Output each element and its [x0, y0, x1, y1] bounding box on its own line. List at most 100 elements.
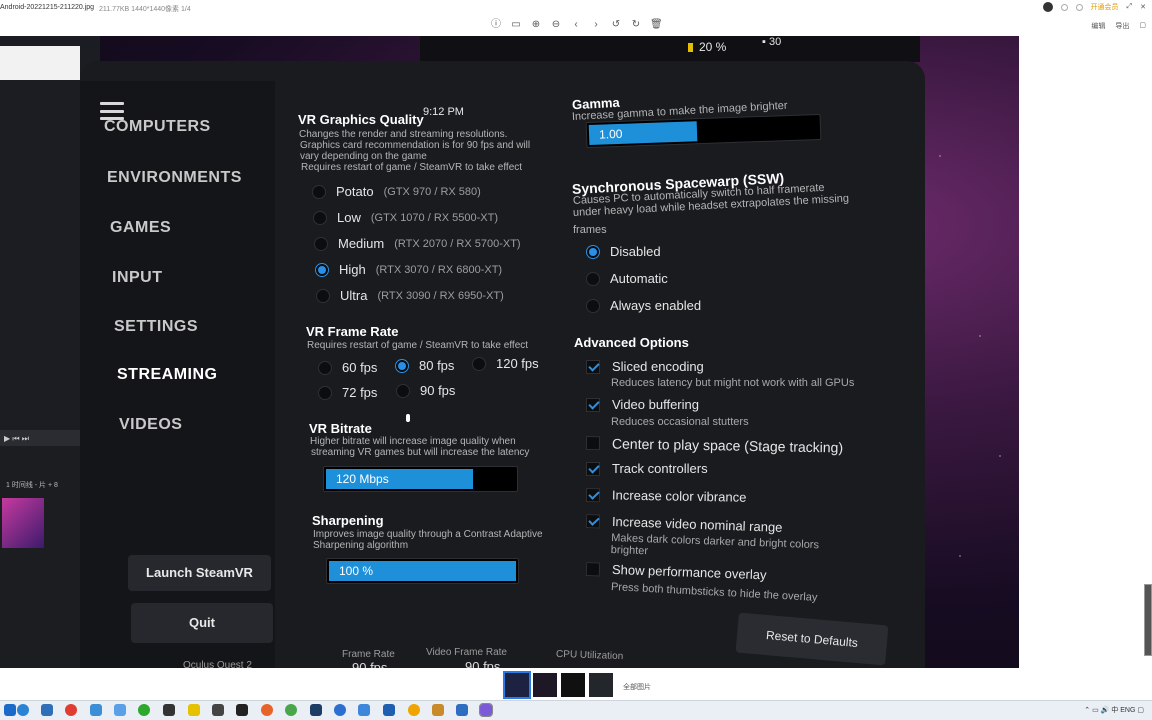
- delete-icon[interactable]: 🗑: [650, 19, 663, 31]
- radio-button[interactable]: [318, 385, 332, 400]
- graphics-option-potato[interactable]: Potato (GTX 970 / RX 580): [312, 184, 481, 199]
- battery-icon: [688, 43, 693, 52]
- graphics-option-low[interactable]: Low (GTX 1070 / RX 5500-XT): [313, 210, 498, 225]
- filmstrip-thumb-4[interactable]: [589, 673, 613, 697]
- more-icon[interactable]: ▢: [1139, 21, 1146, 31]
- filmstrip-thumb-1[interactable]: [503, 671, 531, 699]
- viewer-file-name: Android-20221215-211220.jpg: [0, 4, 95, 11]
- app-icon[interactable]: [408, 704, 420, 716]
- info-icon[interactable]: ⓘ: [490, 19, 502, 31]
- avatar[interactable]: [1042, 2, 1053, 12]
- checkbox[interactable]: [586, 359, 600, 374]
- app-icon[interactable]: [358, 704, 370, 716]
- sidebar-item-games[interactable]: GAMES: [110, 219, 171, 237]
- next-icon[interactable]: ›: [590, 19, 602, 31]
- app-icon[interactable]: [41, 704, 53, 716]
- option-video-buffering[interactable]: Video buffering: [586, 397, 699, 412]
- all-images-link[interactable]: 全部图片: [623, 682, 651, 692]
- sidebar-item-streaming[interactable]: STREAMING: [117, 366, 218, 384]
- fullscreen-icon[interactable]: ⤢: [1127, 3, 1133, 11]
- radio-button-selected[interactable]: [395, 358, 409, 373]
- quit-button[interactable]: Quit: [131, 603, 273, 643]
- steam-icon[interactable]: [310, 704, 322, 716]
- ssw-option-always-enabled[interactable]: Always enabled: [586, 298, 701, 313]
- option-color-vibrance[interactable]: Increase color vibrance: [585, 487, 747, 505]
- bitrate-desc-1: Higher bitrate will increase image quali…: [310, 436, 516, 447]
- app-icon[interactable]: [456, 704, 468, 716]
- zoom-out-icon[interactable]: ⊖: [550, 19, 562, 31]
- rotate-right-icon[interactable]: ↻: [630, 19, 642, 31]
- frame-rate-option-80[interactable]: 80 fps: [395, 358, 454, 373]
- app-icon[interactable]: [236, 704, 248, 716]
- edit-button[interactable]: 编辑: [1091, 21, 1105, 31]
- launch-steamvr-button[interactable]: Launch SteamVR: [128, 555, 271, 591]
- radio-button[interactable]: [586, 271, 600, 286]
- option-sliced-encoding[interactable]: Sliced encoding: [586, 359, 704, 374]
- zoom-in-icon[interactable]: ⊕: [530, 19, 542, 31]
- filmstrip-thumb-3[interactable]: [561, 673, 585, 697]
- frame-rate-option-60[interactable]: 60 fps: [318, 360, 377, 375]
- export-button[interactable]: 导出: [1115, 21, 1129, 31]
- app-icon[interactable]: [65, 704, 77, 716]
- close-icon[interactable]: ✕: [1140, 3, 1146, 11]
- edge-browser-icon[interactable]: [17, 704, 29, 716]
- input-language[interactable]: ENG: [1120, 707, 1135, 714]
- checkbox[interactable]: [586, 397, 600, 412]
- app-icon[interactable]: [114, 704, 126, 716]
- frame-rate-option-72[interactable]: 72 fps: [318, 385, 377, 400]
- option-video-buffering-desc: Reduces occasional stutters: [611, 416, 749, 428]
- checkbox[interactable]: [585, 513, 601, 528]
- chrome-icon[interactable]: [285, 704, 297, 716]
- sidebar-item-computers[interactable]: COMPUTERS: [104, 118, 211, 136]
- app-icon[interactable]: [432, 704, 444, 716]
- sidebar-item-environments[interactable]: ENVIRONMENTS: [107, 169, 242, 187]
- radio-button[interactable]: [313, 210, 327, 225]
- radio-button[interactable]: [472, 356, 486, 371]
- checkbox[interactable]: [585, 561, 601, 576]
- graphics-quality-desc-4: Requires restart of game / SteamVR to ta…: [301, 162, 523, 173]
- vip-link[interactable]: 开通会员: [1091, 2, 1119, 12]
- checkbox[interactable]: [585, 436, 601, 451]
- checkbox[interactable]: [585, 487, 601, 502]
- filmstrip-thumb-2[interactable]: [533, 673, 557, 697]
- wechat-icon[interactable]: [138, 704, 150, 716]
- radio-button-selected[interactable]: [315, 262, 329, 277]
- status-dot-icon: [1060, 3, 1068, 11]
- bitrate-value: 120 Mbps: [336, 472, 389, 486]
- sidebar-item-videos[interactable]: VIDEOS: [119, 416, 182, 434]
- fit-screen-icon[interactable]: ▭: [510, 19, 522, 31]
- ssw-option-disabled[interactable]: Disabled: [586, 244, 661, 259]
- bitrate-slider[interactable]: 120 Mbps: [323, 466, 518, 492]
- graphics-quality-desc-2: Graphics card recommendation is for 90 f…: [300, 140, 531, 151]
- folder-icon[interactable]: [188, 704, 200, 716]
- frame-rate-option-120[interactable]: 120 fps: [472, 356, 539, 371]
- radio-button[interactable]: [318, 360, 332, 375]
- radio-button[interactable]: [316, 288, 330, 303]
- app-icon[interactable]: [212, 704, 224, 716]
- radio-button[interactable]: [586, 298, 600, 313]
- app-icon[interactable]: [383, 704, 395, 716]
- option-track-controllers[interactable]: Track controllers: [586, 461, 708, 476]
- graphics-option-ultra[interactable]: Ultra (RTX 3090 / RX 6950-XT): [316, 288, 504, 303]
- app-icon[interactable]: [163, 704, 175, 716]
- graphics-option-medium[interactable]: Medium (RTX 2070 / RX 5700-XT): [314, 236, 521, 251]
- radio-button[interactable]: [314, 236, 328, 251]
- rotate-left-icon[interactable]: ↺: [610, 19, 622, 31]
- firefox-icon[interactable]: [261, 704, 273, 716]
- ssw-option-automatic[interactable]: Automatic: [586, 271, 668, 286]
- radio-button[interactable]: [396, 383, 410, 398]
- checkbox[interactable]: [586, 461, 600, 476]
- app-icon[interactable]: [90, 704, 102, 716]
- graphics-option-high[interactable]: High (RTX 3070 / RX 6800-XT): [315, 262, 502, 277]
- sharpening-slider[interactable]: 100 %: [326, 558, 519, 584]
- radio-button[interactable]: [312, 184, 326, 199]
- sidebar-item-settings[interactable]: SETTINGS: [114, 318, 198, 336]
- start-icon[interactable]: [4, 704, 16, 716]
- side-panel-handle[interactable]: [1144, 584, 1152, 656]
- app-icon[interactable]: [334, 704, 346, 716]
- app-icon-active[interactable]: [479, 703, 493, 717]
- sidebar-item-input[interactable]: INPUT: [112, 269, 163, 287]
- previous-icon[interactable]: ‹: [570, 19, 582, 31]
- frame-rate-option-90[interactable]: 90 fps: [396, 383, 455, 398]
- radio-button-selected[interactable]: [586, 244, 600, 259]
